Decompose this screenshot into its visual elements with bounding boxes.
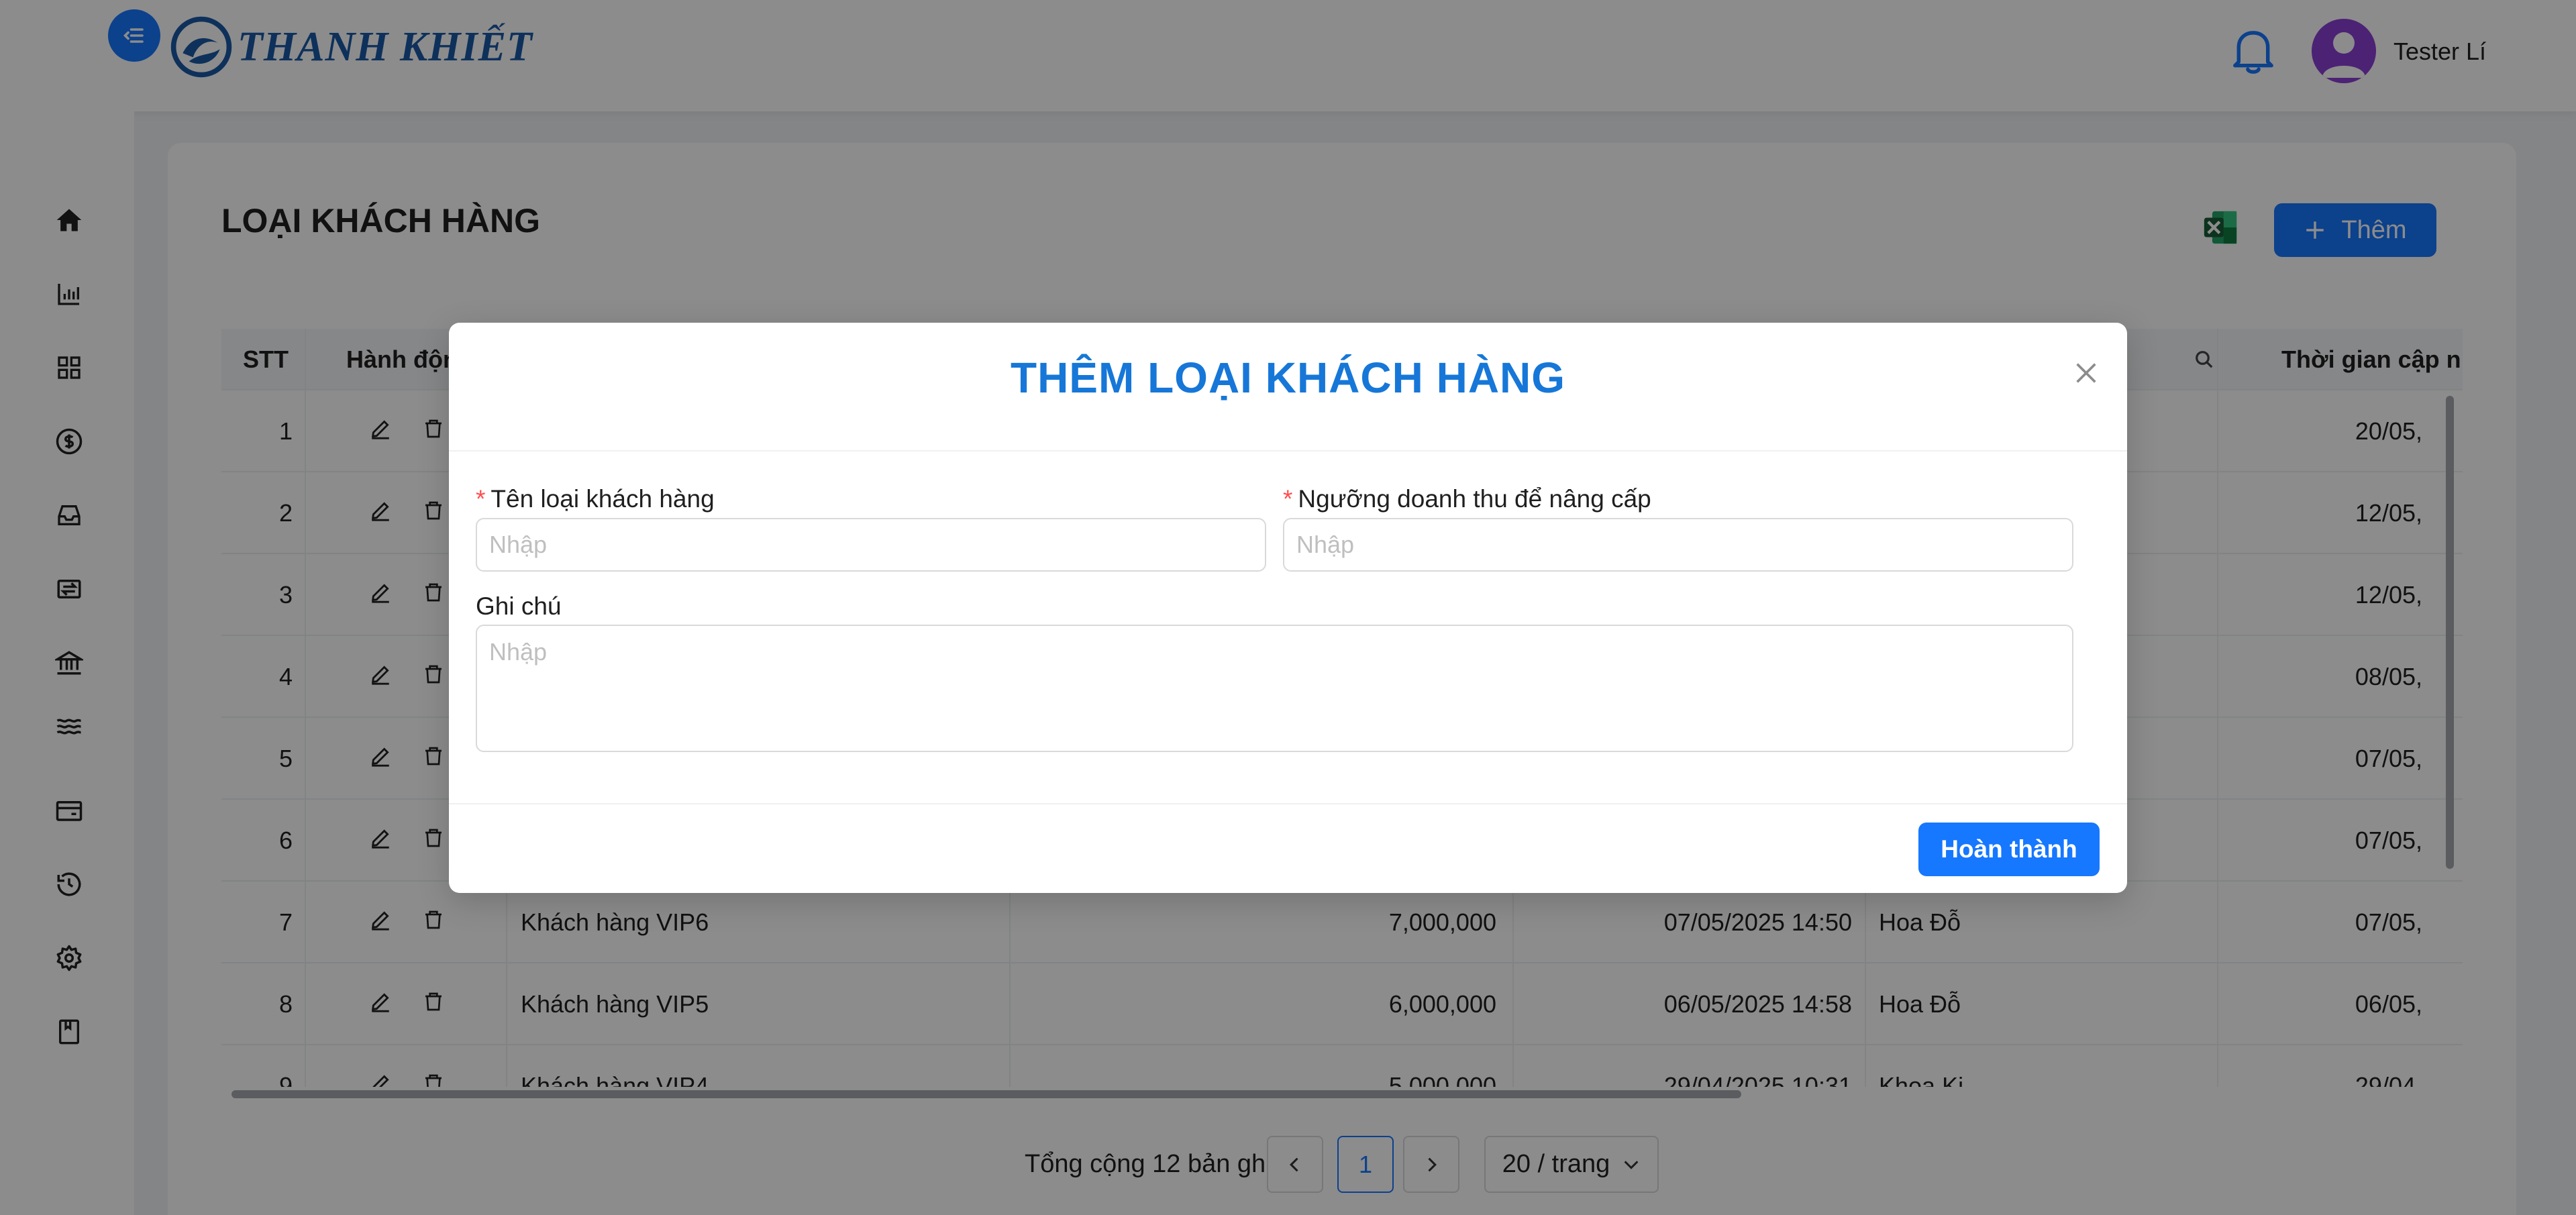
add-customer-type-modal: THÊM LOẠI KHÁCH HÀNG * Tên loại khách hàn… [449, 323, 2127, 893]
modal-title: THÊM LOẠI KHÁCH HÀNG [1010, 354, 1566, 402]
submit-button[interactable]: Hoàn thành [1918, 823, 2100, 876]
required-mark: * [476, 485, 486, 513]
customer-type-name-input[interactable] [476, 518, 1266, 572]
upgrade-threshold-input[interactable] [1283, 518, 2073, 572]
name-field-label: * Tên loại khách hàng [476, 485, 715, 513]
modal-footer-divider [449, 803, 2127, 804]
modal-close-button[interactable] [2066, 353, 2106, 393]
note-field-label: Ghi chú [476, 592, 562, 620]
required-mark: * [1283, 485, 1293, 513]
threshold-field-label: * Ngưỡng doanh thu để nâng cấp [1283, 485, 1651, 513]
note-textarea[interactable] [476, 625, 2073, 752]
modal-header-divider [449, 450, 2127, 452]
close-icon [2076, 363, 2096, 383]
